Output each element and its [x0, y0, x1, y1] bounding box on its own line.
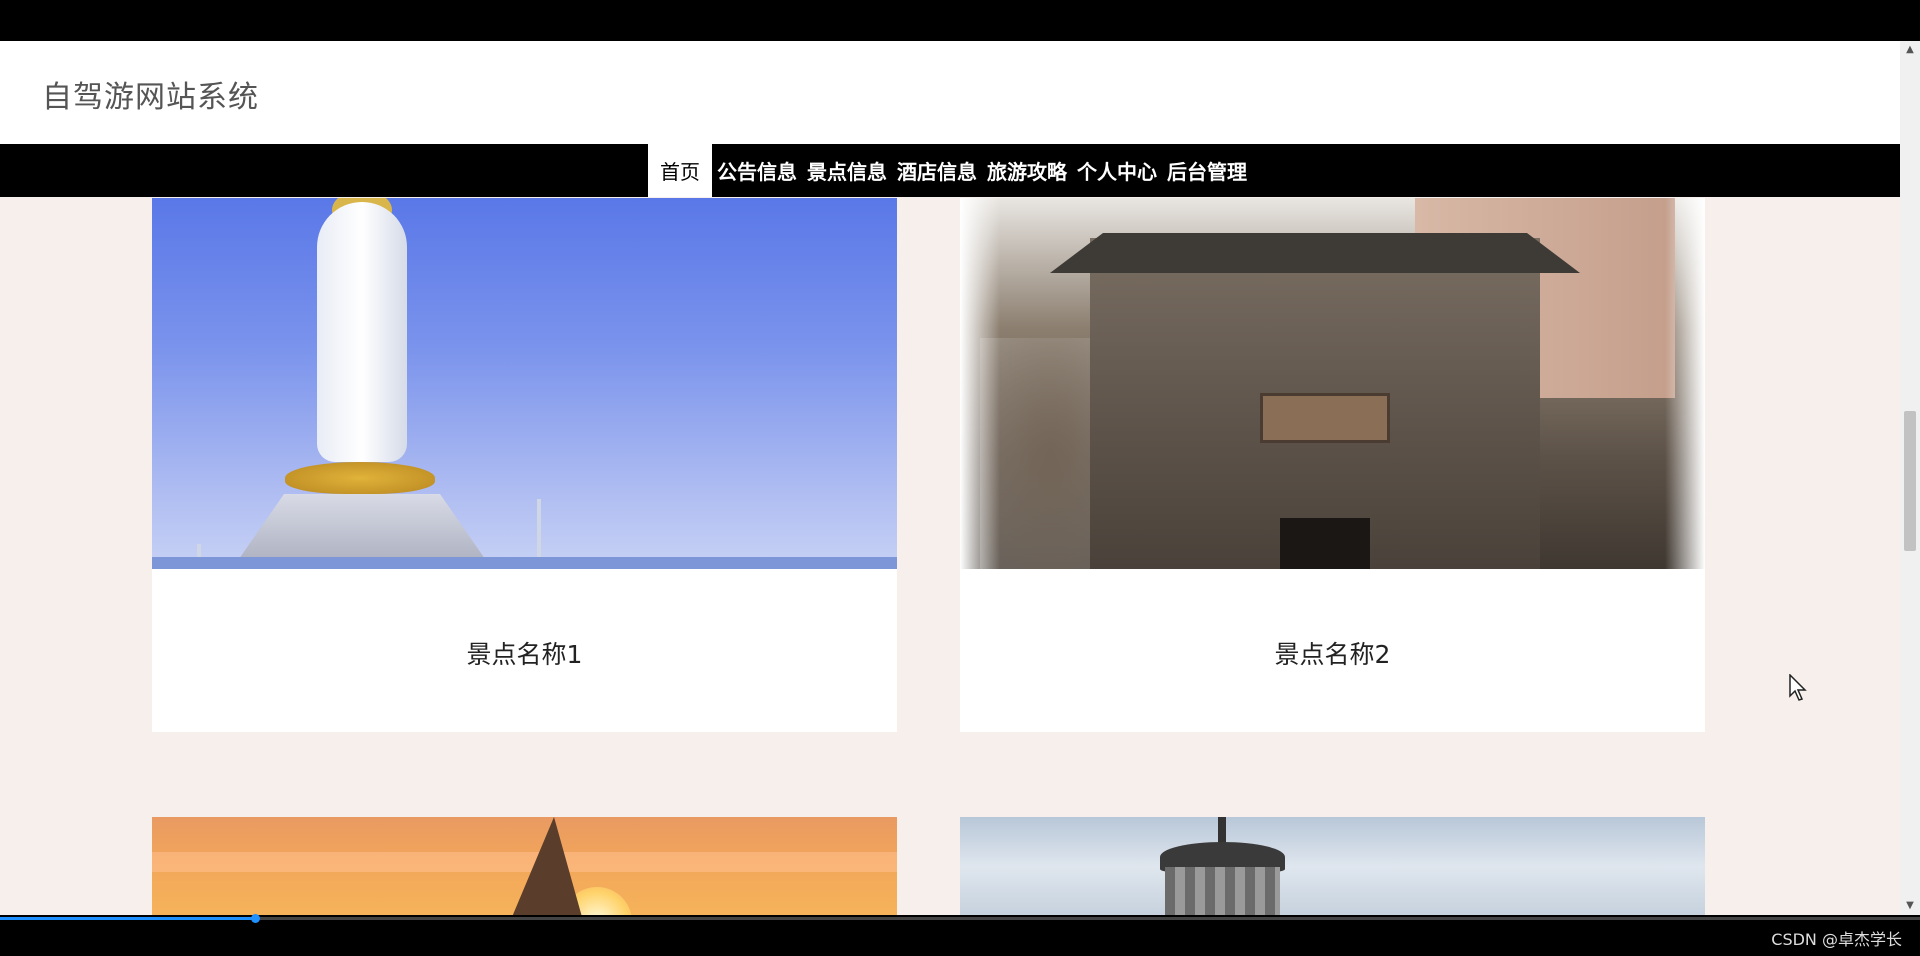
attraction-card-2[interactable]: 景点名称2 [960, 198, 1705, 732]
main-nav: 首页 公告信息 景点信息 酒店信息 旅游攻略 个人中心 后台管理 [0, 144, 1900, 197]
nav-item-attractions[interactable]: 景点信息 [802, 144, 892, 197]
cloud-band [152, 852, 897, 872]
video-progress-bar[interactable] [0, 914, 1920, 923]
video-control-bar: CSDN @卓杰学长 [0, 914, 1920, 956]
nav-item-hotels[interactable]: 酒店信息 [892, 144, 982, 197]
statue-lotus [285, 462, 435, 494]
attraction-card-3[interactable] [152, 817, 897, 915]
mouse-cursor-icon [1789, 674, 1807, 701]
attraction-name[interactable]: 景点名称2 [960, 635, 1705, 671]
nav-item-travel-guides[interactable]: 旅游攻略 [982, 144, 1072, 197]
nav-item-home[interactable]: 首页 [648, 144, 712, 197]
video-progress-knob[interactable] [251, 914, 261, 923]
scroll-thumb[interactable] [1904, 411, 1916, 551]
attraction-card-4[interactable] [960, 817, 1705, 915]
statue-photo[interactable] [152, 198, 897, 569]
tower-photo[interactable] [960, 817, 1705, 915]
watermark: CSDN @卓杰学长 [1771, 930, 1902, 949]
nav-item-announcements[interactable]: 公告信息 [712, 144, 802, 197]
video-progress-fill [0, 917, 256, 920]
statue-figure [317, 202, 407, 462]
attraction-card-1[interactable]: 景点名称1 [152, 198, 897, 732]
browser-viewport: 自驾游网站系统 首页 公告信息 景点信息 酒店信息 旅游攻略 个人中心 后台管理… [0, 41, 1900, 915]
scroll-up-arrow-icon[interactable]: ▲ [1900, 41, 1920, 59]
scroll-down-arrow-icon[interactable]: ▼ [1900, 897, 1920, 915]
site-header: 自驾游网站系统 [0, 41, 1900, 144]
fade-right [1665, 198, 1705, 569]
gate-roof [1050, 233, 1580, 273]
tower-body [1165, 867, 1280, 915]
sunset-sail-photo[interactable] [152, 817, 897, 915]
gate-door [1280, 518, 1370, 569]
sea-strip [152, 557, 897, 569]
ancient-gate-photo[interactable] [960, 198, 1705, 569]
screen-top-bar [0, 0, 1920, 41]
nav-item-admin[interactable]: 后台管理 [1162, 144, 1252, 197]
fade-left [960, 198, 1000, 569]
gate-plaque [1260, 393, 1390, 443]
vertical-scrollbar[interactable]: ▲ ▼ [1900, 41, 1920, 915]
site-title: 自驾游网站系统 [42, 80, 259, 115]
nav-item-personal-center[interactable]: 个人中心 [1072, 144, 1162, 197]
attraction-name[interactable]: 景点名称1 [152, 635, 897, 671]
